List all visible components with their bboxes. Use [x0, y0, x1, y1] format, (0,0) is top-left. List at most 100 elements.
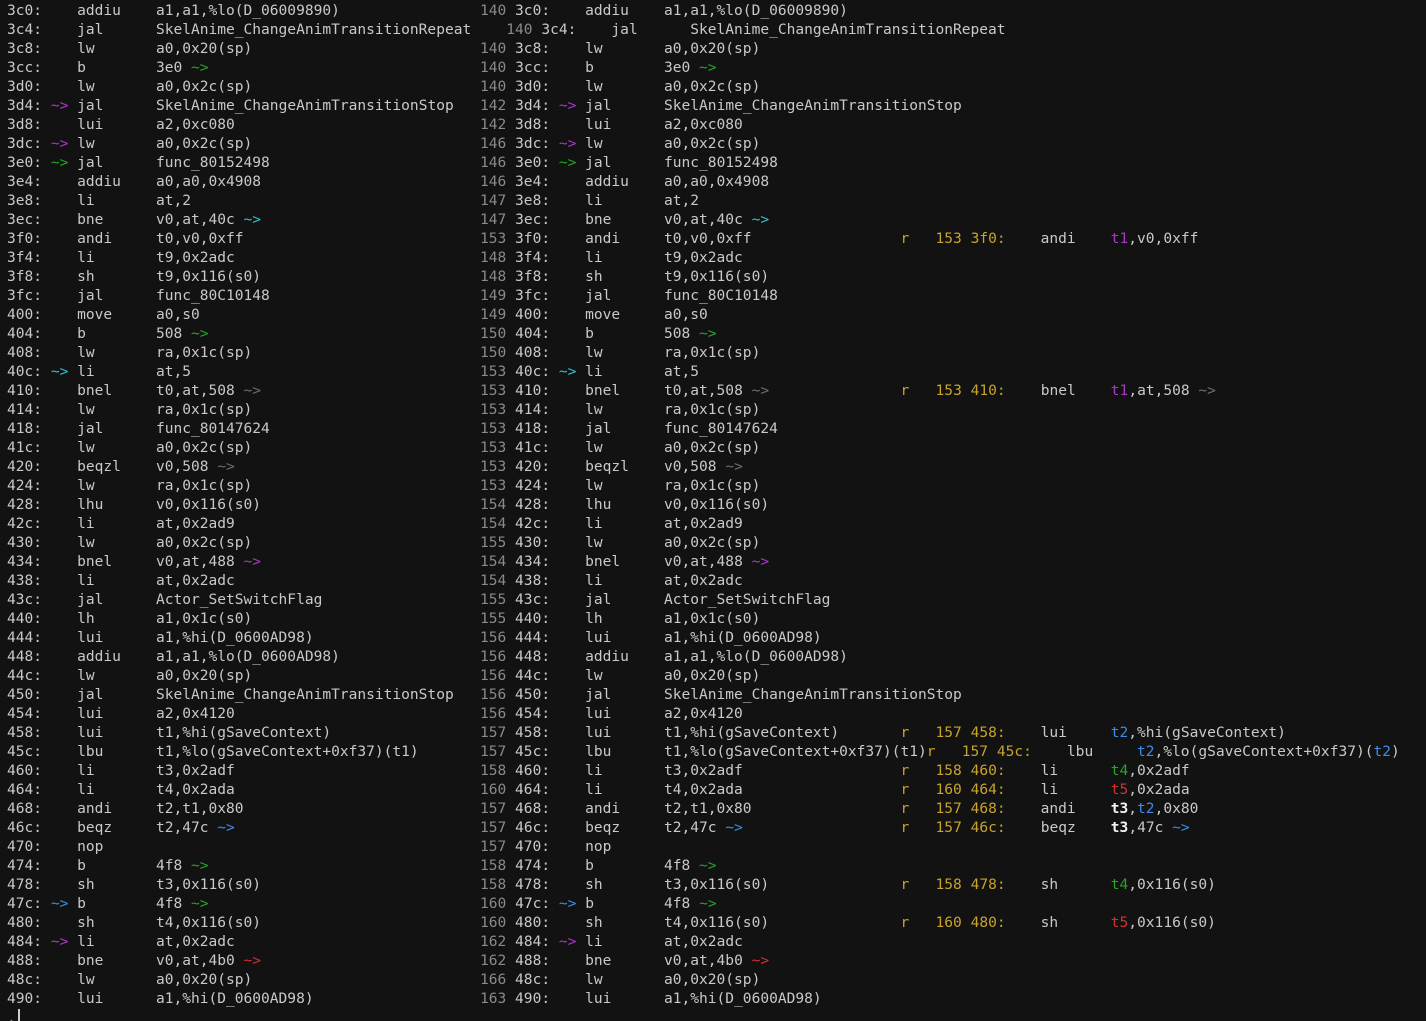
address: 424:: [515, 477, 550, 494]
asm-row: 3c8: lw a0,0x20(sp) 140 3c8: lw a0,0x20(…: [7, 39, 1426, 58]
mnemonic: lui: [1041, 724, 1067, 741]
operands: ,at,508: [1128, 382, 1198, 399]
line-number: 156: [480, 648, 506, 665]
mnemonic: li: [77, 933, 95, 950]
mnemonic: bne: [585, 211, 611, 228]
operands: 3e0: [664, 59, 699, 76]
mnemonic: b: [77, 895, 86, 912]
address: 490:: [515, 990, 550, 1007]
address: 434:: [7, 553, 42, 570]
address: 460:: [971, 762, 1006, 779]
address: 414:: [515, 401, 550, 418]
operands: a0,0x20(sp): [664, 667, 760, 684]
asm-row: 424: lw ra,0x1c(sp) 153 424: lw ra,0x1c(…: [7, 476, 1426, 495]
operands: ra,0x1c(sp): [156, 344, 252, 361]
operands: t3,0x2adf: [664, 762, 743, 779]
address: 43c:: [7, 591, 42, 608]
asm-row: 438: li at,0x2adc 154 438: li at,0x2adc: [7, 571, 1426, 590]
operands: 4f8: [156, 895, 191, 912]
line-number: 140: [480, 78, 506, 95]
line-number: 153: [480, 230, 506, 247]
operands: t2: [1111, 724, 1129, 741]
operands: v0,at,488: [664, 553, 752, 570]
mnemonic: addiu: [77, 2, 121, 19]
prompt-dot: .: [7, 1009, 16, 1021]
branch-arrow: ~>: [752, 382, 770, 399]
address: 43c:: [515, 591, 550, 608]
mnemonic: jal: [77, 420, 103, 437]
address: 46c:: [971, 819, 1006, 836]
asm-row: 460: li t3,0x2adf 158 460: li t3,0x2adf …: [7, 761, 1426, 780]
mnemonic: beqz: [585, 819, 620, 836]
asm-row: 3fc: jal func_80C10148 149 3fc: jal func…: [7, 286, 1426, 305]
asm-row: 3c0: addiu a1,a1,%lo(D_06009890) 140 3c0…: [7, 1, 1426, 20]
branch-arrow: ~>: [559, 363, 577, 380]
operands: t2,47c: [664, 819, 725, 836]
line-number: 153: [480, 363, 506, 380]
mnemonic: lw: [585, 344, 603, 361]
operands: a0,s0: [664, 306, 708, 323]
mnemonic: andi: [585, 800, 620, 817]
operands: a1,%hi(D_0600AD98): [156, 629, 314, 646]
operands: SkelAnime_ChangeAnimTransitionStop: [664, 686, 962, 703]
address: 454:: [515, 705, 550, 722]
mnemonic: lw: [77, 344, 95, 361]
address: 3d0:: [7, 78, 42, 95]
branch-arrow: ~>: [752, 952, 770, 969]
mnemonic: sh: [77, 876, 95, 893]
mnemonic: b: [585, 895, 594, 912]
operands: 4f8: [664, 857, 699, 874]
branch-arrow: ~>: [191, 895, 209, 912]
line-number: 157: [962, 743, 988, 760]
operands: a2,0xc080: [664, 116, 743, 133]
mnemonic: lw: [585, 534, 603, 551]
asm-row: 43c: jal Actor_SetSwitchFlag 155 43c: ja…: [7, 590, 1426, 609]
diff-marker: r: [901, 382, 910, 399]
operands: func_80152498: [156, 154, 270, 171]
mnemonic: b: [77, 325, 86, 342]
terminal-screen[interactable]: 3c0: addiu a1,a1,%lo(D_06009890) 140 3c0…: [0, 0, 1426, 1021]
branch-arrow: ~>: [559, 154, 577, 171]
branch-arrow: ~>: [191, 59, 209, 76]
line-number: 140: [480, 2, 506, 19]
address: 45c:: [7, 743, 42, 760]
address: 490:: [7, 990, 42, 1007]
asm-row: 400: move a0,s0 149 400: move a0,s0: [7, 305, 1426, 324]
mnemonic: li: [585, 515, 603, 532]
operands: at,2: [156, 192, 191, 209]
cursor-line: .: [7, 1008, 1426, 1021]
mnemonic: lhu: [77, 496, 103, 513]
mnemonic: lui: [585, 990, 611, 1007]
mnemonic: lui: [585, 724, 611, 741]
operands: t2: [1373, 743, 1391, 760]
mnemonic: beqz: [77, 819, 112, 836]
asm-row: 430: lw a0,0x2c(sp) 155 430: lw a0,0x2c(…: [7, 533, 1426, 552]
operands: at,0x2adc: [156, 933, 235, 950]
line-number: 160: [936, 914, 962, 931]
mnemonic: bne: [77, 211, 103, 228]
address: 440:: [7, 610, 42, 627]
operands: func_80147624: [664, 420, 778, 437]
mnemonic: jal: [611, 21, 637, 38]
operands: 508: [664, 325, 699, 342]
operands: t5: [1111, 914, 1129, 931]
operands: t0,v0,0xff: [664, 230, 752, 247]
address: 3e4:: [515, 173, 550, 190]
operands: 3e0: [156, 59, 191, 76]
branch-arrow: ~>: [559, 895, 577, 912]
mnemonic: li: [585, 781, 603, 798]
operands: t0,at,508: [664, 382, 752, 399]
line-number: 155: [480, 610, 506, 627]
address: 400:: [7, 306, 42, 323]
operands: a0,0x20(sp): [664, 40, 760, 57]
address: 46c:: [7, 819, 42, 836]
asm-row: 46c: beqz t2,47c ~> 157 46c: beqz t2,47c…: [7, 818, 1426, 837]
operands: 4f8: [664, 895, 699, 912]
operands: t2,t1,0x80: [664, 800, 752, 817]
line-number: 153: [480, 401, 506, 418]
asm-row: 414: lw ra,0x1c(sp) 153 414: lw ra,0x1c(…: [7, 400, 1426, 419]
branch-arrow: ~>: [51, 135, 69, 152]
address: 404:: [7, 325, 42, 342]
mnemonic: addiu: [585, 2, 629, 19]
operands: a0,0x20(sp): [664, 971, 760, 988]
